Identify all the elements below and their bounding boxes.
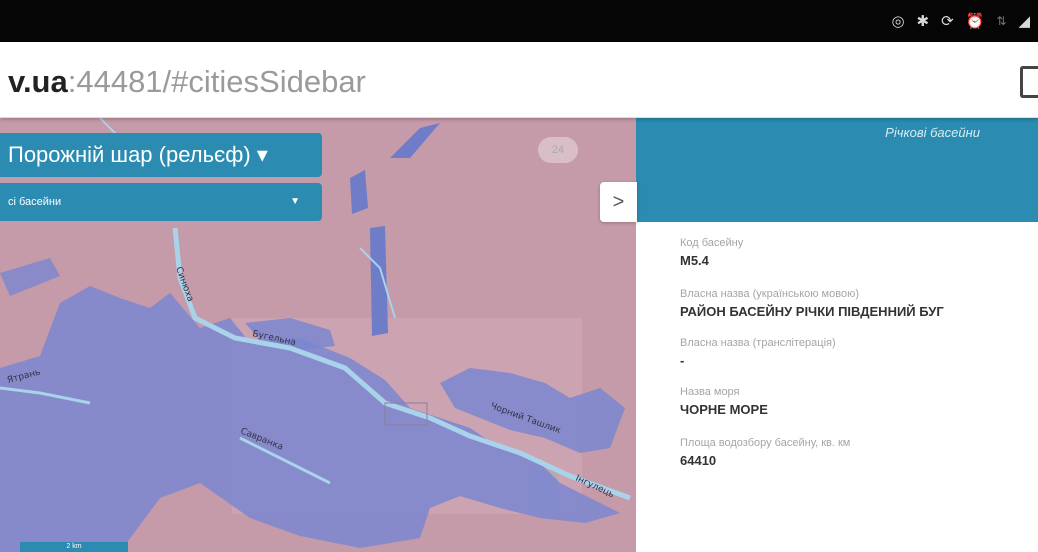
field-value: 64410 [680,453,717,468]
zoom-badge: 24 [538,137,578,163]
river-label: Синюха [173,266,195,304]
map[interactable]: Бугельна Синюха Ятрань Чорний Ташлик Сав… [0,118,640,552]
basin-strip-small[interactable] [350,170,368,214]
record-icon: ◎ [891,12,905,30]
caret-down-icon: ▼ [290,196,300,207]
field-value: M5.4 [680,253,709,268]
status-icons: ◎ ✱ ⟳ ⏰ ⇅ ◢ [891,10,1030,32]
url-host: v.ua [8,64,68,99]
address-bar[interactable]: v.ua:44481/#citiesSidebar [0,42,1038,118]
field-basin-code: Код басейну M5.4 [680,236,743,269]
basin-select[interactable]: сі басейни ▼ [0,183,322,221]
field-label: Площа водозбору басейну, кв. км [680,437,851,449]
bluetooth-icon: ✱ [916,12,930,30]
field-label: Назва моря [680,386,740,398]
sync-icon: ⟳ [941,12,954,30]
sidebar-header: Річкові басейни [636,118,1038,222]
sidebar-toggle-button[interactable]: > [600,182,637,222]
basin-strip-vertical[interactable] [370,226,388,336]
field-sea-name: Назва моря ЧОРНЕ МОРЕ [680,385,768,418]
field-catchment-area: Площа водозбору басейну, кв. км 64410 [680,436,850,469]
field-label: Власна назва (українською мовою) [680,288,859,300]
signal-icon: ◢ [1018,12,1030,30]
sidebar-title: Річкові басейни [885,125,980,140]
basin-polygon-west[interactable] [0,258,60,296]
basin-strip-top[interactable] [390,123,440,158]
field-name-transliteration: Власна назва (транслітерація) - [680,336,836,369]
field-name-ukrainian: Власна назва (українською мовою) РАЙОН Б… [680,287,944,320]
field-value: ЧОРНЕ МОРЕ [680,402,768,417]
alarm-icon: ⏰ [965,12,985,30]
status-bar: ◎ ✱ ⟳ ⏰ ⇅ ◢ [0,0,1038,42]
field-value: РАЙОН БАСЕЙНУ РІЧКИ ПІВДЕННИЙ БУГ [680,304,944,319]
info-sidebar: Річкові басейни Код басейну M5.4 Власна … [636,118,1038,552]
field-label: Код басейну [680,237,744,249]
basin-select-label: сі басейни [8,196,62,208]
tabs-button[interactable] [1020,66,1038,98]
scale-bar: 2 km [20,542,128,552]
field-value: - [680,353,685,368]
field-label: Власна назва (транслітерація) [680,337,836,349]
wifi-icon: ⇅ [996,14,1007,28]
url-text[interactable]: v.ua:44481/#citiesSidebar [8,64,366,100]
layer-dropdown-button[interactable]: Порожній шар (рельєф) ▾ [0,133,322,177]
url-path: :44481/#citiesSidebar [67,64,366,99]
